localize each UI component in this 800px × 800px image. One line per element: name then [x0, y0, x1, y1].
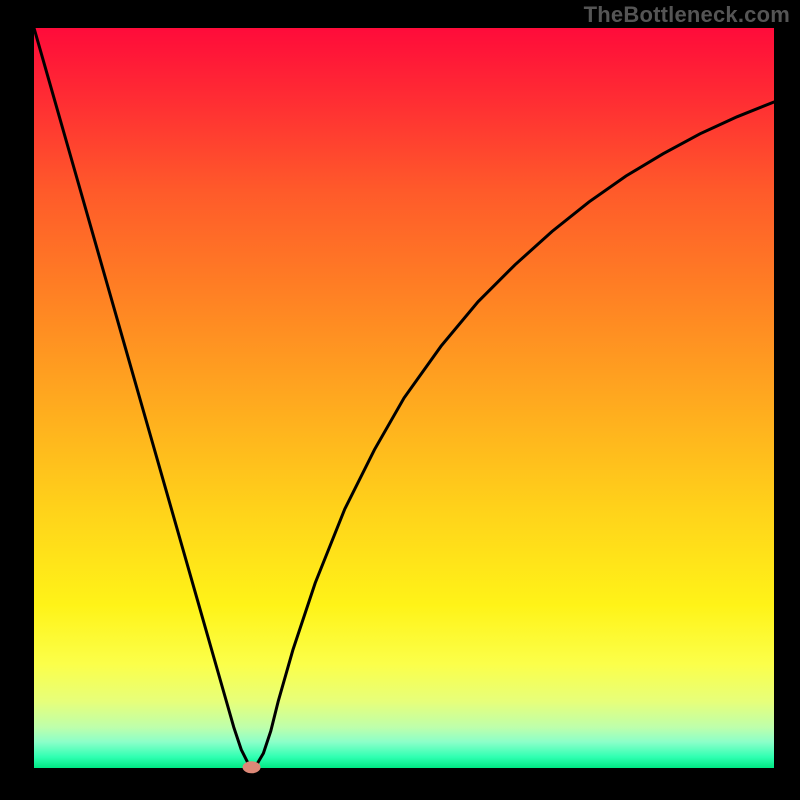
chart-frame: TheBottleneck.com [0, 0, 800, 800]
watermark-text: TheBottleneck.com [584, 2, 790, 28]
optimum-marker [243, 761, 261, 773]
bottleneck-chart [0, 0, 800, 800]
